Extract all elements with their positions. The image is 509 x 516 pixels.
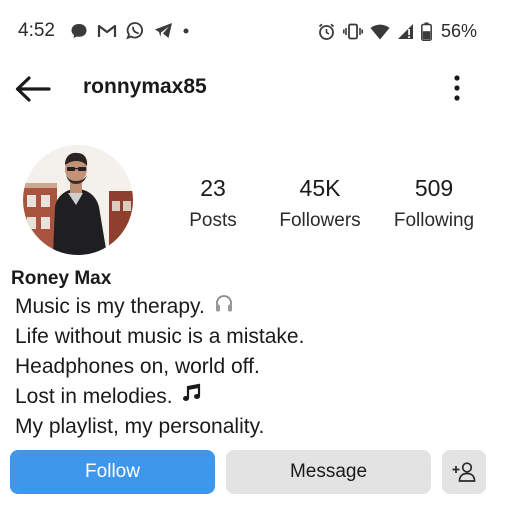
bio-line: Music is my therapy.	[15, 292, 304, 322]
follow-button[interactable]: Follow	[10, 450, 215, 494]
vibrate-icon	[342, 23, 363, 40]
bio-line: My playlist, my personality.	[15, 412, 304, 442]
wifi-icon	[370, 24, 390, 39]
bio-line-text: Headphones on, world off.	[15, 355, 260, 378]
bio-line-text: Music is my therapy.	[15, 295, 205, 318]
profile-username: ronnymax85	[83, 75, 207, 98]
following-count: 509	[414, 175, 454, 201]
back-button[interactable]	[12, 72, 54, 106]
music-notes-icon	[182, 382, 202, 412]
whatsapp-icon	[126, 22, 143, 40]
followers-label: Followers	[279, 210, 361, 231]
followers-stat[interactable]: 45K Followers	[272, 172, 368, 236]
bio-line-text: Lost in melodies.	[15, 385, 173, 408]
posts-count: 23	[200, 175, 226, 201]
profile-avatar[interactable]	[23, 145, 133, 255]
profile-bio: Music is my therapy. Life without music …	[15, 292, 304, 442]
dot-icon	[183, 28, 189, 33]
gmail-icon	[97, 24, 117, 37]
more-vertical-icon	[454, 75, 460, 101]
profile-display-name: Roney Max	[11, 268, 112, 289]
chat-bubble-icon	[71, 23, 87, 38]
add-person-icon	[452, 462, 476, 482]
battery-icon	[421, 22, 432, 41]
bio-line-text: Life without music is a mistake.	[15, 325, 305, 348]
status-time: 4:52	[18, 20, 55, 41]
bio-line: Life without music is a mistake.	[15, 322, 304, 352]
bio-line-text: My playlist, my personality.	[15, 415, 265, 438]
profile-header-bar: ronnymax85	[0, 62, 509, 114]
posts-stat[interactable]: 23 Posts	[178, 172, 248, 236]
alarm-icon	[318, 23, 335, 40]
status-bar: 4:52 56%	[0, 0, 509, 62]
battery-percentage: 56%	[440, 21, 477, 41]
headphones-icon	[214, 292, 234, 322]
followers-count: 45K	[299, 175, 341, 201]
bio-line: Lost in melodies.	[15, 382, 304, 412]
posts-label: Posts	[189, 210, 237, 231]
arrow-left-icon	[15, 76, 51, 102]
message-button[interactable]: Message	[226, 450, 431, 494]
bio-line: Headphones on, world off.	[15, 352, 304, 382]
suggested-accounts-button[interactable]	[442, 450, 486, 494]
following-stat[interactable]: 509 Following	[388, 172, 480, 236]
notification-icons	[70, 21, 190, 40]
following-label: Following	[393, 210, 475, 231]
telegram-icon	[155, 23, 172, 38]
more-options-button[interactable]	[446, 72, 468, 104]
system-status-icons: 56%	[317, 21, 477, 42]
signal-icon	[397, 24, 413, 39]
avatar-photo	[23, 145, 133, 255]
